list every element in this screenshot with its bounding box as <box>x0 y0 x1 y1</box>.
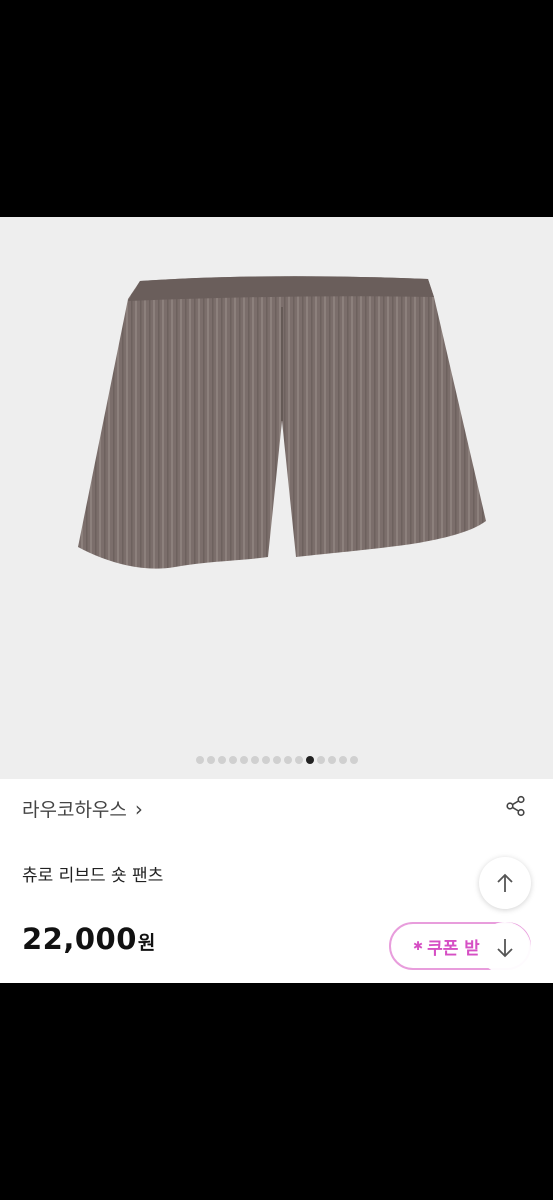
product-title: 츄로 리브드 숏 팬츠 <box>22 866 164 886</box>
price-unit: 원 <box>137 932 156 954</box>
pager-dot[interactable] <box>228 756 237 764</box>
pager-dot[interactable] <box>327 756 336 764</box>
top-black-area <box>0 0 553 217</box>
bottom-black-area <box>0 983 553 1200</box>
pager-dot[interactable] <box>239 756 248 764</box>
pager-dot-active[interactable] <box>305 756 314 764</box>
shorts-photo <box>78 276 486 569</box>
scroll-to-bottom-button[interactable] <box>479 922 531 974</box>
brand-name: 라우코하우스 <box>22 799 127 821</box>
price: 22,000 원 <box>22 922 155 956</box>
star-icon: ✱ <box>413 939 424 953</box>
brand-link[interactable]: 라우코하우스 › <box>22 795 143 822</box>
pager-dot[interactable] <box>261 756 270 764</box>
price-amount: 22,000 <box>22 922 137 956</box>
scroll-to-top-button[interactable] <box>479 857 531 909</box>
share-icon[interactable] <box>505 795 527 817</box>
pager-dot[interactable] <box>349 756 358 764</box>
pager-dot[interactable] <box>338 756 347 764</box>
chevron-right-icon: › <box>134 796 143 821</box>
arrow-down-icon <box>497 939 513 958</box>
pager-dot[interactable] <box>294 756 303 764</box>
pager-dot[interactable] <box>195 756 204 764</box>
pager-dot[interactable] <box>272 756 281 764</box>
pager-dot[interactable] <box>217 756 226 764</box>
image-pager[interactable] <box>0 755 553 765</box>
arrow-up-icon <box>497 873 513 892</box>
pager-dot[interactable] <box>316 756 325 764</box>
product-image[interactable] <box>0 217 553 779</box>
pager-dot[interactable] <box>283 756 292 764</box>
pager-dot[interactable] <box>206 756 215 764</box>
coupon-label: 쿠폰 받 <box>427 938 480 959</box>
pager-dot[interactable] <box>250 756 259 764</box>
